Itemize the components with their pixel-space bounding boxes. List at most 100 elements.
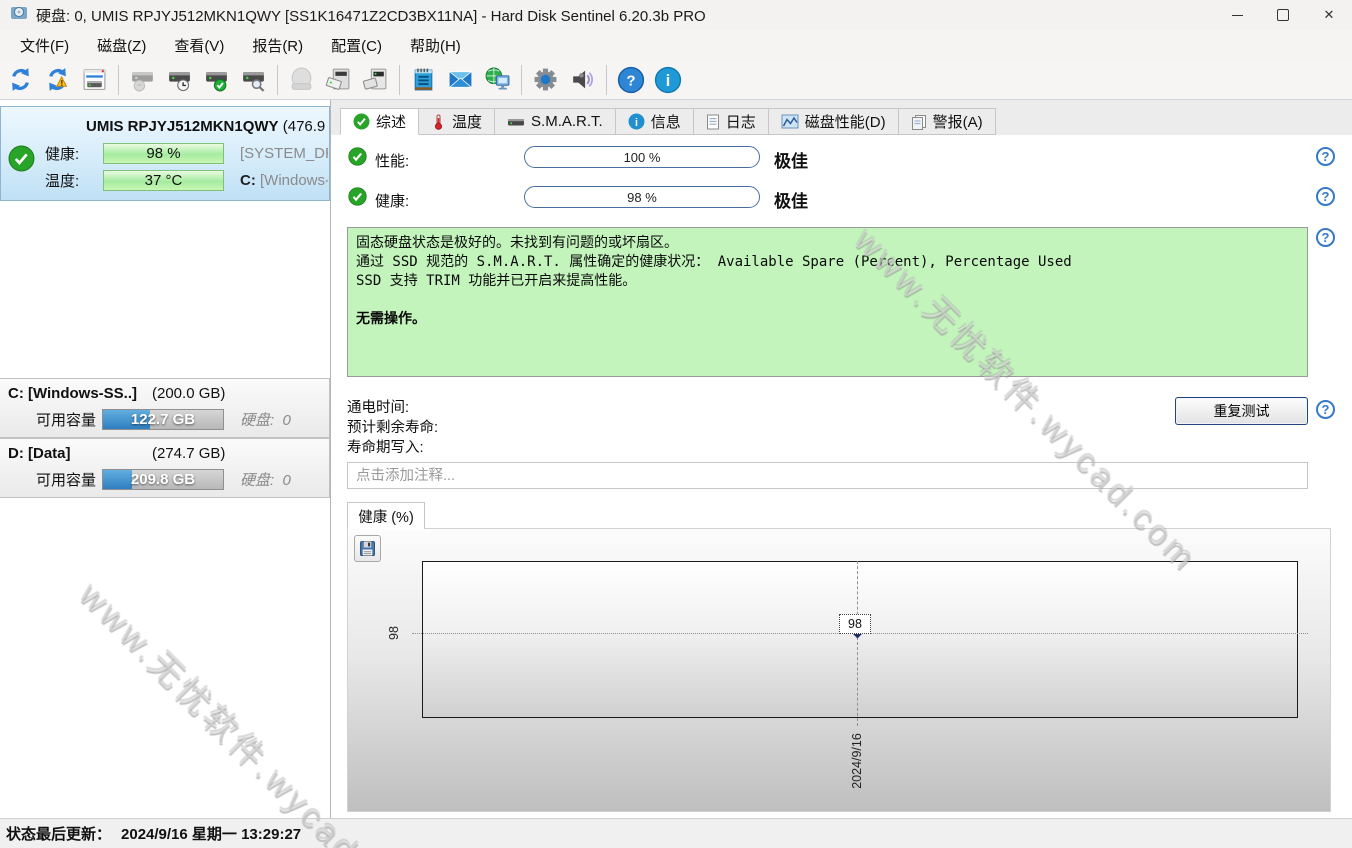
partition-name: D: [Data] xyxy=(8,445,71,462)
disk-surface-test-icon[interactable] xyxy=(235,63,272,97)
sidebar: UMIS RPJYJ512MKN1QWY (476.9 GB) 硬盘 健康: 9… xyxy=(0,100,331,818)
performance-label: 性能: xyxy=(375,150,409,171)
settings-gear-icon[interactable] xyxy=(527,63,564,97)
status-line: SSD 支持 TRIM 功能并已开启来提高性能。 xyxy=(356,272,1299,291)
menu-bar: 文件(F) 磁盘(Z) 查看(V) 报告(R) 配置(C) 帮助(H) xyxy=(0,30,1352,60)
disk-icon xyxy=(507,115,525,129)
report-window-icon[interactable] xyxy=(76,63,113,97)
status-text-panel: 固态硬盘状态是极好的。未找到有问题的或坏扇区。 通过 SSD 规范的 S.M.A… xyxy=(347,227,1308,377)
disk-volume-hint: [SYSTEM_DR xyxy=(240,145,328,162)
disk-schedule-icon[interactable] xyxy=(161,63,198,97)
chart-vgridline xyxy=(857,561,858,726)
thermometer-icon xyxy=(431,114,446,130)
svg-text:i: i xyxy=(635,117,638,129)
health-chart-tab[interactable]: 健康 (%) xyxy=(347,502,425,529)
refresh-icon[interactable] xyxy=(2,63,39,97)
chart-point-label: 98 xyxy=(839,614,871,634)
toolbar-separator xyxy=(277,65,278,95)
email-icon[interactable] xyxy=(442,63,479,97)
health-ok-icon xyxy=(348,187,367,211)
chart-y-tick: 98 xyxy=(387,626,401,640)
svg-text:i: i xyxy=(665,71,670,89)
check-circle-icon xyxy=(353,113,370,130)
menu-config[interactable]: 配置(C) xyxy=(317,32,396,59)
free-space-label: 可用容量 xyxy=(36,469,102,490)
minimize-icon[interactable] xyxy=(1214,0,1260,30)
disk-title: UMIS RPJYJ512MKN1QWY (476.9 GB) 硬盘 xyxy=(1,115,330,136)
tab-information[interactable]: i 信息 xyxy=(616,108,694,135)
notepad-icon[interactable] xyxy=(405,63,442,97)
chart-plot-area xyxy=(422,561,1298,718)
disk-eject-icon[interactable] xyxy=(320,63,357,97)
health-rating: 极佳 xyxy=(774,187,808,212)
disk-panel-selected[interactable]: UMIS RPJYJ512MKN1QWY (476.9 GB) 硬盘 健康: 9… xyxy=(0,106,330,201)
status-help-icon[interactable]: ? xyxy=(1316,228,1335,247)
toolbar-separator xyxy=(399,65,400,95)
partition-panel-d[interactable]: D: [Data] (274.7 GB) 可用容量 209.8 GB 硬盘: 0 xyxy=(0,438,330,498)
close-icon[interactable] xyxy=(1306,0,1352,30)
disk-health-bar: 98 % xyxy=(103,143,224,164)
svg-text:?: ? xyxy=(626,72,635,89)
device-dome-icon xyxy=(283,63,320,97)
info-circle-icon: i xyxy=(628,113,645,130)
disk-check-icon[interactable] xyxy=(198,63,235,97)
refresh-warning-icon[interactable] xyxy=(39,63,76,97)
retest-button[interactable]: 重复测试 xyxy=(1175,397,1308,425)
tab-strip: 综述 温度 S.M.A.R.T. i 信息 日志 磁盘性能(D) 警报(A) xyxy=(340,108,996,135)
document-icon xyxy=(706,114,720,130)
partition-disk-number: 硬盘: 0 xyxy=(240,469,291,490)
menu-help[interactable]: 帮助(H) xyxy=(396,32,475,59)
performance-rating: 极佳 xyxy=(774,147,808,172)
status-last-updated-value: 2024/9/16 星期一 13:29:27 xyxy=(121,823,301,844)
status-last-updated-label: 状态最后更新： xyxy=(6,823,111,844)
save-chart-button[interactable] xyxy=(354,535,381,562)
network-status-icon[interactable] xyxy=(479,63,516,97)
chart-x-tick: 2024/9/16 xyxy=(850,733,864,789)
partition-disk-number: 硬盘: 0 xyxy=(240,409,291,430)
performance-ok-icon xyxy=(348,147,367,171)
floppy-disk-icon xyxy=(359,540,376,557)
health-bar: 98 % xyxy=(524,186,760,208)
tab-overview[interactable]: 综述 xyxy=(340,108,419,135)
info-icon[interactable]: i xyxy=(649,63,686,97)
toolbar: ? i xyxy=(0,60,1352,100)
pages-icon xyxy=(911,114,927,130)
tab-disk-performance[interactable]: 磁盘性能(D) xyxy=(769,108,899,135)
partition-panel-c[interactable]: C: [Windows-SS..] (200.0 GB) 可用容量 122.7 … xyxy=(0,378,330,438)
app-icon xyxy=(10,4,28,27)
disk-insert-icon[interactable] xyxy=(357,63,394,97)
estimated-lifetime-label: 预计剩余寿命: xyxy=(347,416,438,437)
comment-input[interactable] xyxy=(347,462,1308,489)
sound-icon[interactable] xyxy=(564,63,601,97)
performance-help-icon[interactable]: ? xyxy=(1316,147,1335,166)
help-icon[interactable]: ? xyxy=(612,63,649,97)
retest-help-icon[interactable]: ? xyxy=(1316,400,1335,419)
chart-icon xyxy=(781,114,799,129)
lifetime-writes-label: 寿命期写入: xyxy=(347,436,424,457)
maximize-icon[interactable] xyxy=(1260,0,1306,30)
menu-file[interactable]: 文件(F) xyxy=(6,32,83,59)
health-help-icon[interactable]: ? xyxy=(1316,187,1335,206)
toolbar-separator xyxy=(521,65,522,95)
power-on-time-label: 通电时间: xyxy=(347,396,409,417)
partition-name: C: [Windows-SS..] xyxy=(8,385,137,402)
disk-volume-hint2: C: [Windows-S xyxy=(240,172,328,189)
partition-size: (274.7 GB) xyxy=(152,445,225,462)
performance-bar: 100 % xyxy=(524,146,760,168)
menu-view[interactable]: 查看(V) xyxy=(160,32,238,59)
disk-acoustic-icon xyxy=(124,63,161,97)
tab-log[interactable]: 日志 xyxy=(694,108,769,135)
status-line: 通过 SSD 规范的 S.M.A.R.T. 属性确定的健康状况： Availab… xyxy=(356,253,1299,272)
tab-temperature[interactable]: 温度 xyxy=(419,108,495,135)
free-space-label: 可用容量 xyxy=(36,409,102,430)
title-bar: 硬盘: 0, UMIS RPJYJ512MKN1QWY [SS1K16471Z2… xyxy=(0,0,1352,30)
menu-report[interactable]: 报告(R) xyxy=(238,32,317,59)
tab-smart[interactable]: S.M.A.R.T. xyxy=(495,108,616,135)
status-bar: 状态最后更新： 2024/9/16 星期一 13:29:27 xyxy=(0,818,1352,848)
toolbar-separator xyxy=(118,65,119,95)
health-history-chart: 98 98 2024/9/16 xyxy=(347,528,1331,812)
health-label: 健康: xyxy=(375,190,409,211)
free-space-bar: 122.7 GB xyxy=(102,409,224,430)
menu-disk[interactable]: 磁盘(Z) xyxy=(83,32,160,59)
tab-alerts[interactable]: 警报(A) xyxy=(899,108,996,135)
